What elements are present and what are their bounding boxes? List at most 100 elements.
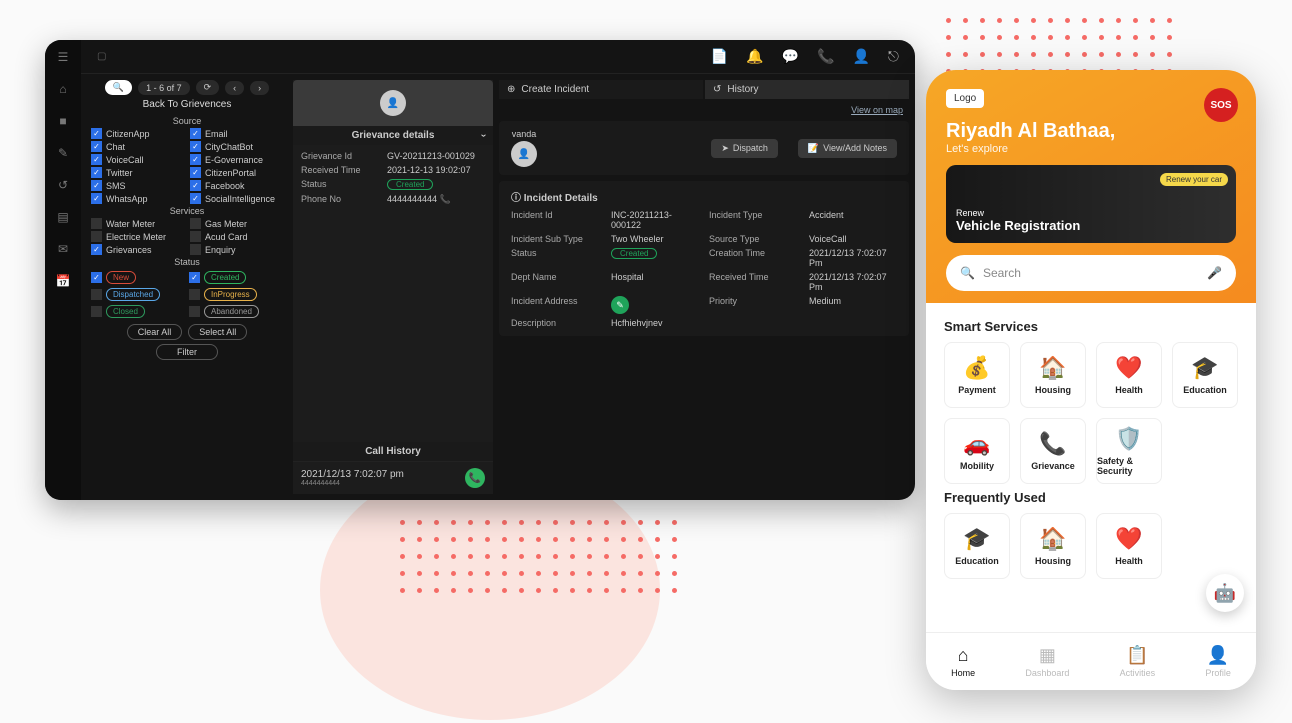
source-checkbox[interactable]: ✓SocialIntelligence [190, 193, 283, 204]
select-all-button[interactable]: Select All [188, 324, 247, 340]
tabbar-item[interactable]: ▦Dashboard [1025, 645, 1069, 678]
grievance-panel: 👤 Grievance details Grievance Id GV-2021… [293, 80, 493, 494]
tabbar-item[interactable]: 📋Activities [1120, 645, 1156, 678]
dispatch-button[interactable]: ➤ Dispatch [711, 139, 778, 158]
incident-panel: ⊕ Create Incident ↺ History View on map … [499, 80, 909, 494]
source-checkbox[interactable]: ✓SMS [91, 180, 184, 191]
next-page[interactable]: › [250, 81, 269, 95]
source-checkbox[interactable]: ✓CityChatBot [190, 141, 283, 152]
source-checkbox[interactable]: ✓CitizenApp [91, 128, 184, 139]
tabbar-item[interactable]: ⌂Home [951, 645, 975, 678]
service-card[interactable]: 🏠Housing [1020, 342, 1086, 408]
app-logo: Logo [946, 89, 984, 108]
service-card[interactable]: ❤️Health [1096, 342, 1162, 408]
topbar: ▢ 📄 🔔 💬 📞 👤 ⎋ [81, 40, 915, 74]
service-card[interactable]: 🎓Education [1172, 342, 1238, 408]
search-pill[interactable]: 🔍 [105, 80, 132, 95]
service-card[interactable]: ❤️Health [1096, 513, 1162, 579]
filters-panel: 🔍 1 - 6 of 7 ⟳ ‹ › Back To Grievences So… [87, 80, 287, 494]
app-title: ▢ [97, 51, 106, 62]
call-time: 2021/12/13 7:02:07 pm [301, 469, 404, 480]
service-card[interactable]: 💰Payment [944, 342, 1010, 408]
card-icon: 🎓 [963, 526, 990, 552]
promo-banner[interactable]: Renew your car Renew Vehicle Registratio… [946, 165, 1236, 243]
mobile-mockup: Logo SOS Riyadh Al Bathaa, Let's explore… [926, 70, 1256, 690]
grievance-avatar: 👤 [380, 90, 406, 116]
gv-phone-value: 4444444444 📞 [387, 194, 485, 205]
edit-address-icon[interactable]: ✎ [611, 296, 629, 314]
service-checkbox[interactable]: Electrice Meter [91, 231, 184, 242]
status-checkbox[interactable]: Closed [91, 305, 185, 318]
tab-history[interactable]: ↺ History [705, 80, 909, 99]
service-card[interactable]: 🚗Mobility [944, 418, 1010, 484]
menu-icon[interactable]: ☰ [58, 50, 69, 64]
source-checkbox[interactable]: ✓VoiceCall [91, 154, 184, 165]
service-card[interactable]: 🛡️Safety & Security [1096, 418, 1162, 484]
service-checkbox[interactable]: ✓Grievances [91, 244, 184, 255]
source-checkbox[interactable]: ✓Email [190, 128, 283, 139]
caller-name: vanda [512, 129, 537, 139]
service-card[interactable]: 🏠Housing [1020, 513, 1086, 579]
service-checkbox[interactable]: Enquiry [190, 244, 283, 255]
tabbar-item[interactable]: 👤Profile [1205, 645, 1231, 678]
rail-icon[interactable]: ⌂ [59, 82, 66, 96]
sos-button[interactable]: SOS [1204, 88, 1238, 122]
card-icon: ❤️ [1115, 355, 1142, 381]
call-history-title: Call History [293, 442, 493, 461]
grievance-details-header[interactable]: Grievance details [293, 126, 493, 145]
chat-icon[interactable]: 💬 [782, 48, 799, 65]
tab-create-incident[interactable]: ⊕ Create Incident [499, 80, 703, 99]
source-checkbox[interactable]: ✓Chat [91, 141, 184, 152]
chatbot-fab[interactable]: 🤖 [1206, 574, 1244, 612]
dots-decoration-bottom [400, 520, 677, 593]
status-checkbox[interactable]: ✓Created [189, 271, 283, 284]
gv-id-value: GV-20211213-001029 [387, 151, 485, 161]
logout-icon[interactable]: ⎋ [888, 48, 899, 65]
filter-button[interactable]: Filter [156, 344, 218, 360]
source-checkbox[interactable]: ✓Twitter [91, 167, 184, 178]
user-icon[interactable]: 👤 [852, 48, 869, 65]
clear-all-button[interactable]: Clear All [127, 324, 183, 340]
card-icon: 💰 [963, 355, 990, 381]
source-checkbox[interactable]: ✓E-Governance [190, 154, 283, 165]
bell-icon[interactable]: 🔔 [746, 48, 763, 65]
status-checkbox[interactable]: InProgress [189, 288, 283, 301]
status-checkbox[interactable]: Abandoned [189, 305, 283, 318]
mic-icon[interactable]: 🎤 [1207, 266, 1222, 280]
rail-icon[interactable]: ▤ [57, 210, 68, 224]
status-checkbox[interactable]: ✓New [91, 271, 185, 284]
refresh-icon[interactable]: ⟳ [196, 80, 220, 95]
service-checkbox[interactable]: Gas Meter [190, 218, 283, 229]
card-icon: 📞 [1039, 431, 1066, 457]
rail-icon[interactable]: ■ [59, 114, 66, 128]
rail-icon[interactable]: 📅 [56, 274, 71, 288]
call-sub: 4444444444 [301, 480, 404, 487]
source-checkbox[interactable]: ✓CitizenPortal [190, 167, 283, 178]
service-checkbox[interactable]: Acud Card [190, 231, 283, 242]
source-checkbox[interactable]: ✓WhatsApp [91, 193, 184, 204]
doc-icon[interactable]: 📄 [711, 48, 728, 65]
rail-icon[interactable]: ✉ [58, 242, 68, 256]
service-card[interactable]: 🎓Education [944, 513, 1010, 579]
call-history-item[interactable]: 2021/12/13 7:02:07 pm 4444444444 📞 [293, 461, 493, 494]
card-icon: 🎓 [1191, 355, 1218, 381]
status-checkbox[interactable]: Dispatched [91, 288, 185, 301]
card-icon: 🏠 [1039, 355, 1066, 381]
rail-icon[interactable]: ↺ [58, 178, 68, 192]
call-icon[interactable]: 📞 [465, 468, 485, 488]
service-checkbox[interactable]: Water Meter [91, 218, 184, 229]
prev-page[interactable]: ‹ [225, 81, 244, 95]
search-input[interactable]: 🔍 Search 🎤 [946, 255, 1236, 291]
service-card[interactable]: 📞Grievance [1020, 418, 1086, 484]
incident-details-title: ⓘ Incident Details [511, 189, 897, 204]
rail-icon[interactable]: ✎ [58, 146, 68, 160]
view-notes-button[interactable]: 📝 View/Add Notes [798, 139, 897, 158]
location-heading: Riyadh Al Bathaa, [946, 120, 1236, 143]
smart-services-title: Smart Services [944, 319, 1238, 334]
phone-icon[interactable]: 📞 [817, 48, 834, 65]
back-link[interactable]: Back To Grievences [87, 99, 287, 110]
banner-big: Vehicle Registration [956, 218, 1226, 233]
source-checkbox[interactable]: ✓Facebook [190, 180, 283, 191]
view-on-map-link[interactable]: View on map [499, 105, 909, 115]
pager-range: 1 - 6 of 7 [138, 81, 190, 95]
